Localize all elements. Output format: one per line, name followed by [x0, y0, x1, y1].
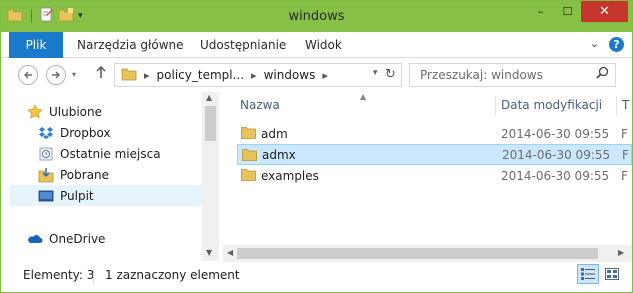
file-row[interactable]: admx 2014-06-30 09:55 F [237, 144, 632, 165]
details-view-button[interactable] [577, 264, 599, 284]
sort-ascending-icon: ▲ [360, 92, 367, 101]
nav-item-onedrive[interactable]: OneDrive [27, 228, 219, 249]
column-header-name[interactable]: Nazwa [240, 98, 280, 112]
file-type: F [621, 126, 628, 141]
forward-button[interactable] [46, 65, 66, 85]
breadcrumb-segment[interactable]: windows [264, 68, 316, 82]
scroll-left-arrow-icon[interactable]: ◀ [227, 248, 233, 257]
breadcrumb-chevron-icon[interactable]: ▸ [322, 69, 328, 82]
recent-places-icon [38, 146, 54, 162]
nav-pane-scrollbar[interactable]: ▲ ▼ [202, 92, 219, 261]
scroll-up-arrow-icon[interactable]: ▲ [206, 93, 212, 102]
file-row[interactable]: examples 2014-06-30 09:55 F [237, 165, 632, 186]
nav-item-label: Ostatnie miejsca [60, 146, 161, 161]
status-divider [93, 268, 94, 283]
nav-item-favorites[interactable]: Ulubione [27, 101, 219, 122]
downloads-icon [38, 167, 54, 183]
help-icon[interactable]: ? [609, 37, 624, 52]
ribbon-tabs: Plik Narzędzia główne Udostępnianie Wido… [1, 32, 632, 58]
file-type: F [621, 168, 628, 183]
file-name: admx [262, 147, 296, 162]
file-date: 2014-06-30 09:55 [502, 147, 611, 162]
address-history-dropdown-icon[interactable]: ▾ [373, 68, 378, 78]
explorer-window: ▾ windows – ☐ ✕ Plik Narzędzia główne Ud… [0, 0, 633, 293]
refresh-icon[interactable]: ↻ [385, 67, 396, 82]
arrow-up-icon [96, 65, 106, 78]
nav-item-label: Ulubione [49, 104, 103, 119]
search-input[interactable]: Przeszukaj: windows [409, 63, 616, 87]
large-icons-view-button[interactable] [601, 264, 623, 284]
onedrive-icon [27, 231, 43, 247]
nav-item-label: Pulpit [60, 188, 94, 203]
folder-icon [241, 169, 256, 181]
title-bar: ▾ windows – ☐ ✕ [1, 1, 632, 32]
nav-item-label: Pobrane [60, 167, 110, 182]
arrow-right-icon [52, 71, 60, 79]
search-icon[interactable] [596, 66, 609, 83]
star-icon [27, 103, 43, 120]
details-view-icon [581, 268, 595, 280]
file-name: adm [261, 126, 288, 141]
file-type: F [622, 147, 629, 162]
selection-count: 1 zaznaczony element [105, 268, 240, 282]
folder-icon [121, 67, 137, 84]
folder-icon [241, 127, 256, 139]
up-button[interactable] [95, 65, 107, 83]
ribbon-controls: ⌄ ? [590, 37, 624, 52]
large-icons-view-icon [605, 268, 619, 280]
file-name: examples [261, 168, 319, 183]
folder-icon [242, 149, 257, 161]
scroll-down-arrow-icon[interactable]: ▼ [206, 248, 212, 257]
address-row: ▾ ▸ policy_templ... ▸ windows ▸ ▾ ↻ Prze… [1, 58, 632, 92]
recent-locations-icon[interactable]: ▾ [72, 70, 76, 79]
close-button[interactable]: ✕ [581, 1, 628, 22]
tab-view[interactable]: Widok [305, 32, 342, 58]
item-count: Elementy: 3 [23, 268, 95, 282]
file-date: 2014-06-30 09:55 [501, 168, 610, 183]
nav-item-label: OneDrive [49, 231, 106, 246]
scrollbar-thumb[interactable] [237, 248, 598, 259]
nav-item-label: Dropbox [60, 125, 111, 140]
navigation-pane: Ulubione Dropbox Ostatnie miejsca Pobran… [1, 92, 219, 261]
status-bar: Elementy: 3 1 zaznaczony element [1, 262, 632, 292]
minimize-button[interactable]: – [527, 1, 554, 22]
file-date: 2014-06-30 09:55 [501, 126, 610, 141]
file-row[interactable]: adm 2014-06-30 09:55 F [237, 123, 632, 144]
column-header-date[interactable]: Data modyfikacji [501, 98, 602, 112]
scrollbar-thumb[interactable] [205, 106, 216, 141]
breadcrumb-chevron-icon[interactable]: ▸ [144, 69, 150, 82]
back-button[interactable] [18, 65, 38, 85]
search-placeholder: Przeszukaj: windows [420, 68, 543, 82]
nav-item-desktop[interactable]: Pulpit [10, 185, 202, 206]
tab-home[interactable]: Narzędzia główne [77, 32, 184, 58]
breadcrumb-segment[interactable]: policy_templ... [157, 68, 245, 82]
column-divider[interactable] [495, 96, 496, 116]
dropbox-icon [38, 125, 54, 141]
column-divider[interactable] [616, 96, 617, 116]
address-bar[interactable]: ▸ policy_templ... ▸ windows ▸ ▾ ↻ [114, 63, 402, 87]
breadcrumb-chevron-icon[interactable]: ▸ [251, 69, 257, 82]
arrow-left-icon [24, 71, 32, 79]
maximize-button[interactable]: ☐ [554, 1, 581, 22]
file-list: ▲ Nazwa Data modyfikacji T adm 2014-06-3… [223, 92, 632, 261]
scroll-right-arrow-icon[interactable]: ▶ [618, 248, 624, 257]
column-header-type[interactable]: T [622, 98, 629, 112]
tab-file[interactable]: Plik [9, 32, 63, 58]
expand-ribbon-icon[interactable]: ⌄ [590, 37, 599, 52]
desktop-icon [38, 188, 54, 204]
file-list-horizontal-scrollbar[interactable]: ◀ ▶ [223, 245, 632, 262]
tab-share[interactable]: Udostępnianie [200, 32, 286, 58]
